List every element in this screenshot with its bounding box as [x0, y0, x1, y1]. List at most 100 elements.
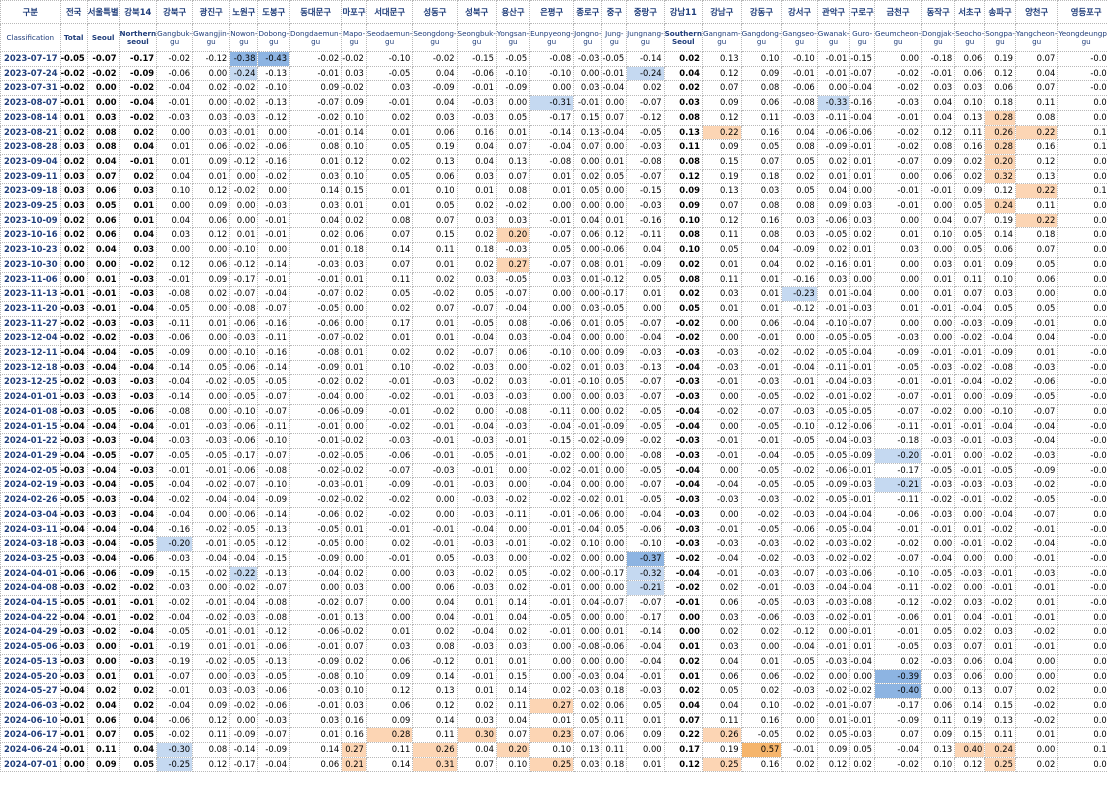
value-cell[interactable]: 0.02 [626, 80, 665, 97]
value-cell[interactable]: -0.04 [849, 580, 876, 597]
value-cell[interactable]: -0.01 [529, 624, 575, 641]
value-cell[interactable]: -0.07 [626, 374, 665, 391]
value-cell[interactable]: -0.02 [192, 374, 231, 391]
value-cell[interactable]: 0.00 [954, 550, 986, 567]
value-cell[interactable]: -0.02 [740, 550, 783, 567]
value-cell[interactable]: -0.02 [59, 330, 88, 347]
value-cell[interactable]: 0.00 [626, 742, 665, 758]
value-cell[interactable]: 0.01 [701, 300, 742, 317]
value-cell[interactable]: -0.03 [59, 462, 88, 479]
column-header-en[interactable]: Nowon-gu [229, 23, 259, 52]
value-cell[interactable]: -0.02 [740, 345, 783, 361]
value-cell[interactable]: 0.28 [365, 727, 414, 744]
value-cell[interactable]: 0.01 [573, 315, 603, 332]
value-cell[interactable]: -0.11 [529, 403, 575, 420]
value-cell[interactable]: 0.04 [701, 653, 742, 670]
value-cell[interactable]: 0.00 [573, 330, 603, 347]
value-cell[interactable]: -0.05 [816, 227, 851, 244]
value-cell[interactable]: 0.03 [412, 109, 458, 126]
value-cell[interactable]: 0.27 [529, 697, 575, 714]
value-cell[interactable]: 0.00 [495, 521, 531, 538]
value-cell[interactable]: 0.00 [701, 506, 742, 523]
row-date-cell[interactable]: 2024-01-01 [0, 389, 61, 405]
value-cell[interactable]: 0.00 [1014, 668, 1059, 685]
value-cell[interactable]: 0.18 [984, 95, 1016, 111]
value-cell[interactable]: 0.10 [529, 742, 575, 758]
value-cell[interactable]: -0.04 [984, 418, 1016, 435]
value-cell[interactable]: -0.02 [1057, 389, 1107, 405]
value-cell[interactable]: -0.03 [118, 462, 158, 479]
value-cell[interactable]: 0.00 [59, 256, 88, 273]
value-cell[interactable]: -0.06 [456, 65, 497, 82]
value-cell[interactable]: 0.01 [118, 668, 158, 685]
value-cell[interactable]: 0.00 [701, 418, 742, 435]
value-cell[interactable]: -0.03 [495, 242, 531, 258]
value-cell[interactable]: -0.03 [118, 330, 158, 347]
value-cell[interactable]: 0.19 [412, 139, 458, 155]
value-cell[interactable]: -0.04 [701, 477, 742, 494]
value-cell[interactable]: -0.02 [781, 492, 818, 508]
value-cell[interactable]: 0.04 [456, 742, 497, 758]
value-cell[interactable]: -0.02 [984, 521, 1016, 538]
value-cell[interactable]: 0.04 [626, 242, 665, 258]
value-cell[interactable]: -0.07 [229, 477, 259, 494]
value-cell[interactable]: -0.04 [740, 447, 783, 464]
value-cell[interactable]: 0.00 [86, 80, 120, 97]
value-cell[interactable]: -0.01 [529, 521, 575, 538]
value-cell[interactable]: -0.03 [118, 271, 158, 288]
value-cell[interactable]: -0.02 [954, 330, 986, 347]
value-cell[interactable]: 0.07 [954, 212, 986, 229]
value-cell[interactable]: 0.08 [663, 271, 703, 288]
value-cell[interactable]: -0.02 [1014, 712, 1059, 729]
value-cell[interactable]: -0.01 [954, 345, 986, 361]
value-cell[interactable]: 0.23 [529, 727, 575, 744]
value-cell[interactable]: 0.06 [412, 168, 458, 185]
value-cell[interactable]: -0.03 [663, 374, 703, 391]
value-cell[interactable]: -0.04 [229, 492, 259, 508]
value-cell[interactable]: -0.02 [192, 521, 231, 538]
value-cell[interactable]: -0.04 [701, 550, 742, 567]
value-cell[interactable]: 0.10 [740, 51, 783, 67]
value-cell[interactable]: 0.16 [341, 727, 367, 744]
value-cell[interactable]: 0.07 [495, 139, 531, 155]
header-classification-en[interactable]: Classification [0, 23, 61, 52]
value-cell[interactable]: -0.23 [781, 286, 818, 302]
value-cell[interactable]: 0.00 [341, 550, 367, 567]
value-cell[interactable]: 0.01 [663, 668, 703, 685]
value-cell[interactable]: 0.12 [192, 183, 231, 200]
value-cell[interactable]: 0.06 [740, 315, 783, 332]
value-cell[interactable]: 0.03 [341, 580, 367, 597]
value-cell[interactable]: -0.05 [626, 492, 665, 508]
value-cell[interactable]: -0.03 [1057, 345, 1107, 361]
value-cell[interactable]: 0.02 [781, 256, 818, 273]
column-header-en[interactable]: Dobong-gu [257, 23, 291, 52]
value-cell[interactable]: -0.03 [59, 653, 88, 670]
value-cell[interactable]: -0.03 [626, 198, 665, 214]
value-cell[interactable]: 0.11 [663, 139, 703, 155]
value-cell[interactable]: -0.03 [456, 109, 497, 126]
value-cell[interactable]: 0.01 [341, 521, 367, 538]
value-cell[interactable]: -0.11 [626, 227, 665, 244]
value-cell[interactable]: -0.07 [849, 65, 876, 82]
value-cell[interactable]: 0.00 [1057, 403, 1107, 420]
value-cell[interactable]: -0.08 [529, 51, 575, 67]
value-cell[interactable]: -0.01 [921, 300, 956, 317]
value-cell[interactable]: -0.07 [740, 403, 783, 420]
value-cell[interactable]: 0.16 [341, 712, 367, 729]
value-cell[interactable]: 0.02 [86, 683, 120, 699]
column-header-en[interactable]: Guro-gu [849, 23, 876, 52]
value-cell[interactable]: 0.00 [954, 447, 986, 464]
value-cell[interactable]: -0.15 [156, 565, 194, 582]
value-cell[interactable]: 0.02 [495, 580, 531, 597]
value-cell[interactable]: -0.01 [921, 374, 956, 391]
value-cell[interactable]: -0.04 [781, 639, 818, 655]
value-cell[interactable]: -0.03 [816, 536, 851, 552]
value-cell[interactable]: -0.05 [740, 595, 783, 611]
value-cell[interactable]: -0.14 [626, 624, 665, 641]
value-cell[interactable]: 0.07 [365, 227, 414, 244]
value-cell[interactable]: 0.05 [192, 359, 231, 376]
value-cell[interactable]: 0.07 [663, 712, 703, 729]
value-cell[interactable]: -0.03 [701, 536, 742, 552]
value-cell[interactable]: -0.04 [529, 139, 575, 155]
value-cell[interactable]: -0.02 [257, 168, 291, 185]
